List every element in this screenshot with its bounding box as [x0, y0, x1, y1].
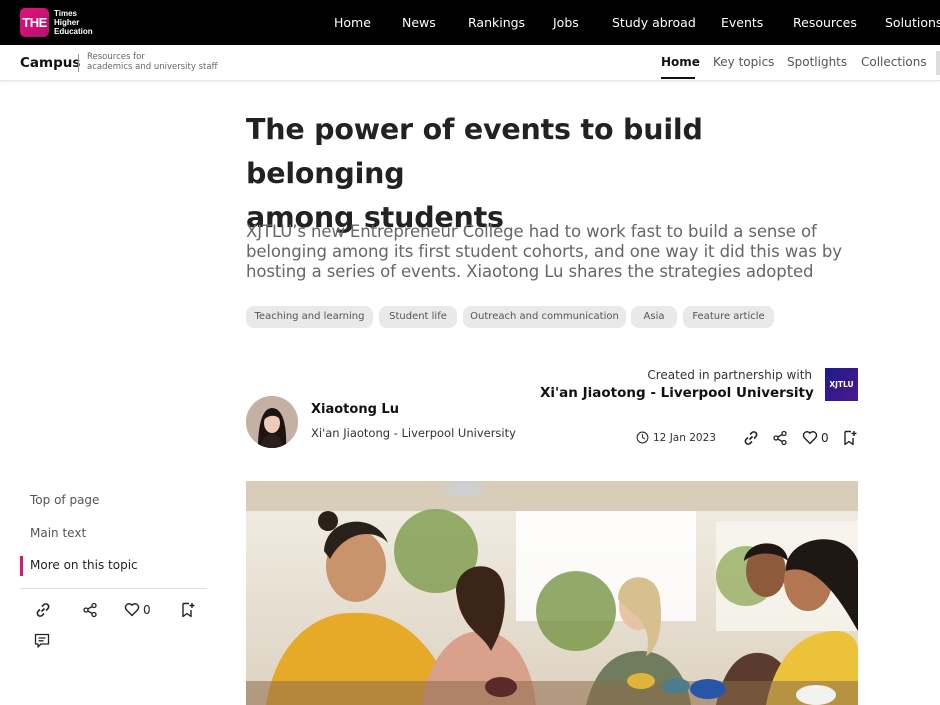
link-icon: [744, 431, 758, 445]
tab-spotlights[interactable]: Spotlights: [787, 55, 847, 69]
nav-study-abroad[interactable]: Study abroad: [612, 15, 696, 30]
active-tab-underline: [661, 77, 695, 79]
partner-name[interactable]: Xi'an Jiaotong - Liverpool University: [540, 385, 814, 401]
campus-subtitle: Resources for academics and university s…: [87, 52, 218, 72]
like-count: 0: [821, 430, 829, 445]
publish-date: 12 Jan 2023: [636, 431, 716, 444]
author-avatar: [246, 396, 298, 448]
active-section-marker: [20, 556, 23, 576]
nav-resources[interactable]: Resources: [793, 15, 857, 30]
divider: [78, 54, 79, 72]
campus-sub-bar: Campus Resources for academics and unive…: [0, 45, 940, 81]
like-button[interactable]: 0: [802, 430, 829, 445]
nav-events[interactable]: Events: [721, 15, 763, 30]
tag-feature-article[interactable]: Feature article: [683, 306, 774, 328]
campus-title[interactable]: Campus: [20, 55, 80, 71]
link-icon: [36, 603, 50, 617]
sidebar-like-count: 0: [143, 602, 151, 617]
share-button[interactable]: [772, 430, 788, 446]
hero-image: [246, 481, 858, 705]
sidebar-save-button[interactable]: [180, 602, 196, 618]
sidebar-top-of-page[interactable]: Top of page: [30, 493, 99, 507]
sidebar-main-text[interactable]: Main text: [30, 526, 86, 540]
logo-wordmark: Times Higher Education: [54, 9, 93, 36]
sidebar-divider: [20, 588, 207, 589]
nav-news[interactable]: News: [402, 15, 436, 30]
partnership-label: Created in partnership with: [647, 368, 812, 382]
copy-link-button[interactable]: [742, 430, 760, 446]
tab-collections[interactable]: Collections: [861, 55, 927, 69]
nav-jobs[interactable]: Jobs: [553, 15, 579, 30]
sidebar-comment-button[interactable]: [34, 633, 50, 649]
share-icon: [83, 602, 97, 618]
share-icon: [773, 430, 787, 446]
author-name[interactable]: Xiaotong Lu: [311, 402, 399, 417]
tab-home[interactable]: Home: [661, 55, 700, 69]
bookmark-icon: [844, 430, 857, 446]
nav-home[interactable]: Home: [334, 15, 371, 30]
nav-solutions[interactable]: Solutions: [885, 15, 940, 30]
sidebar-copy-link-button[interactable]: [34, 602, 52, 618]
xjtlu-logo[interactable]: XJTLU: [825, 368, 858, 401]
the-logo-mark: THE: [20, 8, 49, 37]
article-standfirst: XJTLU’s new Entrepreneur College had to …: [246, 222, 842, 281]
tab-key-topics[interactable]: Key topics: [713, 55, 774, 69]
heart-icon: [802, 431, 818, 445]
scroll-edge: [936, 51, 940, 75]
comment-icon: [34, 633, 50, 648]
tag-teaching-and-learning[interactable]: Teaching and learning: [246, 306, 373, 328]
tag-student-life[interactable]: Student life: [379, 306, 457, 328]
sidebar-like-button[interactable]: 0: [124, 602, 151, 617]
bookmark-icon: [182, 602, 195, 618]
top-navigation-bar: THE Times Higher Education Home News Ran…: [0, 0, 940, 45]
article-headline: The power of events to build belonging a…: [246, 113, 703, 234]
sidebar-more-on-this-topic[interactable]: More on this topic: [30, 558, 138, 572]
author-institution: Xi'an Jiaotong - Liverpool University: [311, 426, 516, 440]
tag-outreach-and-communication[interactable]: Outreach and communication: [463, 306, 626, 328]
tag-asia[interactable]: Asia: [631, 306, 677, 328]
sidebar-share-button[interactable]: [82, 602, 98, 618]
save-button[interactable]: [842, 430, 858, 446]
heart-icon: [124, 603, 140, 617]
nav-rankings[interactable]: Rankings: [468, 15, 525, 30]
times-higher-education-logo[interactable]: THE Times Higher Education: [20, 8, 93, 37]
clock-icon: [636, 431, 649, 444]
